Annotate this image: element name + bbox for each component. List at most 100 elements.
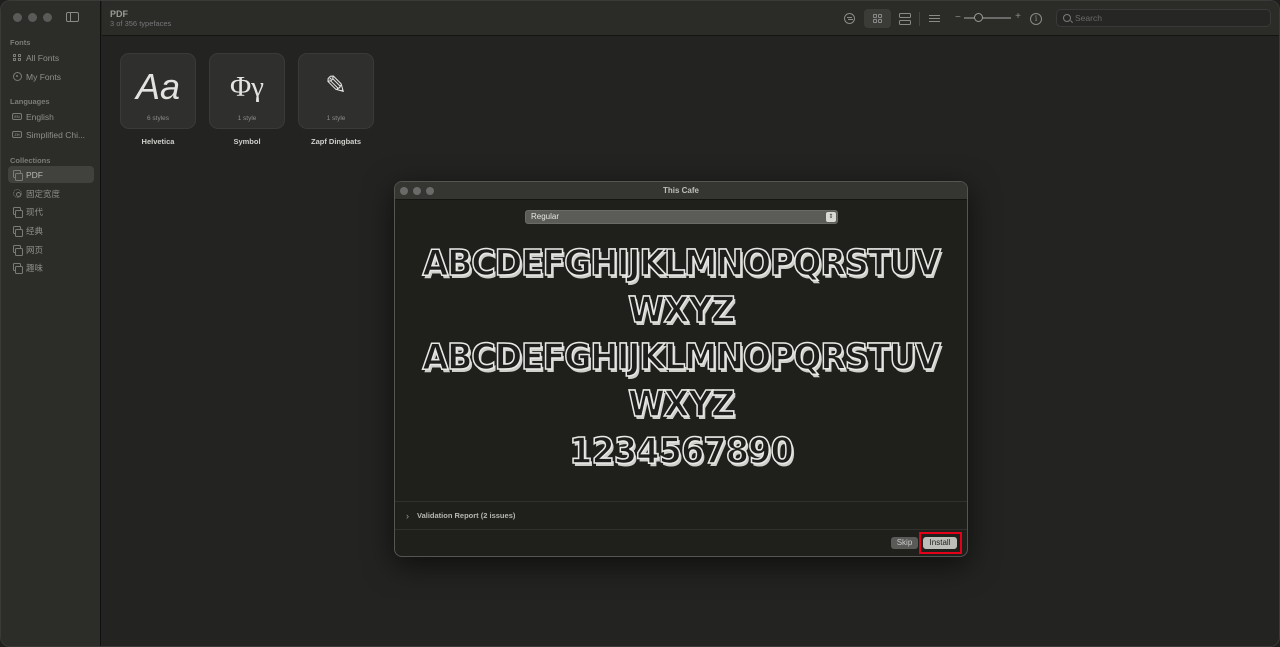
dialog-zoom-button[interactable] bbox=[426, 187, 434, 195]
validation-report-toggle[interactable]: › Validation Report (2 issues) bbox=[395, 501, 967, 530]
info-icon: i bbox=[1030, 12, 1042, 25]
info-button[interactable]: i bbox=[1029, 9, 1043, 28]
sidebar-item-label: 现代 bbox=[26, 206, 44, 217]
font-book-window: Fonts All Fonts My Fonts Languages EN En… bbox=[0, 0, 1280, 647]
list-view-button[interactable] bbox=[927, 9, 941, 28]
collection-icon bbox=[12, 207, 23, 218]
sidebar-item-label: English bbox=[26, 111, 54, 122]
filter-button[interactable] bbox=[842, 9, 856, 28]
toolbar-divider bbox=[919, 12, 920, 26]
sidebar-item-fun[interactable]: 趣味 bbox=[8, 259, 94, 276]
font-install-dialog: This Cafe Regular ⇕ ABCDEFGHIJKLMNOPQRST… bbox=[394, 181, 968, 557]
preview-line: ABCDEFGHIJKLMNOPQRSTUV bbox=[422, 242, 942, 285]
person-icon bbox=[12, 72, 22, 82]
font-tile[interactable]: Φγ 1 style bbox=[209, 53, 285, 129]
font-name: Zapf Dingbats bbox=[311, 137, 361, 146]
preview-size-slider[interactable]: − + bbox=[955, 12, 1021, 24]
sidebar-item-label: 经典 bbox=[26, 225, 44, 236]
grid-view-icon bbox=[872, 13, 883, 24]
grid-view-button[interactable] bbox=[864, 9, 891, 28]
sidebar-item-label: Simplified Chi... bbox=[26, 129, 86, 140]
pencil-icon: ✎ bbox=[325, 71, 347, 101]
collection-icon bbox=[12, 170, 23, 181]
minus-icon: − bbox=[955, 12, 961, 23]
sidebar-item-classic[interactable]: 经典 bbox=[8, 222, 94, 239]
sidebar-item-label: 网页 bbox=[26, 244, 44, 255]
sidebar-item-label: PDF bbox=[26, 169, 43, 180]
dialog-title: This Cafe bbox=[662, 186, 699, 195]
style-count: 6 styles bbox=[146, 115, 170, 122]
install-highlight-box bbox=[919, 532, 962, 554]
sidebar-item-all-fonts[interactable]: All Fonts bbox=[8, 49, 94, 66]
search-field[interactable] bbox=[1056, 9, 1271, 27]
sidebar-item-label: 固定宽度 bbox=[26, 188, 61, 199]
search-icon bbox=[1063, 14, 1071, 22]
skip-button[interactable]: Skip bbox=[891, 537, 918, 549]
preview-line: ABCDEFGHIJKLMNOPQRSTUV bbox=[422, 336, 942, 379]
font-tile[interactable]: Aa 6 styles bbox=[120, 53, 196, 129]
sidebar-item-simplified-chinese[interactable]: ZH Simplified Chi... bbox=[8, 126, 94, 143]
preview-line: WXYZ bbox=[627, 289, 736, 332]
sidebar-item-label: 趣味 bbox=[26, 262, 44, 273]
slider-knob[interactable] bbox=[973, 13, 983, 22]
gear-icon bbox=[12, 189, 22, 199]
style-count: 1 style bbox=[237, 115, 257, 122]
validation-report-label: Validation Report (2 issues) bbox=[417, 511, 516, 520]
window-controls bbox=[13, 13, 52, 22]
chevron-right-icon: › bbox=[406, 510, 409, 521]
font-card-symbol[interactable]: Φγ 1 style Symbol bbox=[209, 53, 285, 146]
sidebar-section-fonts: Fonts bbox=[10, 38, 31, 47]
close-window-button[interactable] bbox=[13, 13, 22, 22]
strip-view-button[interactable] bbox=[898, 9, 912, 28]
dialog-window-controls bbox=[400, 187, 434, 195]
font-name: Symbol bbox=[233, 137, 261, 146]
list-view-icon bbox=[928, 14, 940, 23]
style-select-value: Regular bbox=[531, 212, 560, 221]
sidebar-item-pdf[interactable]: PDF bbox=[8, 166, 94, 183]
sidebar-section-languages: Languages bbox=[10, 97, 50, 106]
search-input[interactable] bbox=[1075, 13, 1255, 23]
toolbar: PDF 3 of 356 typefaces − + i bbox=[102, 1, 1279, 36]
sidebar-toggle-icon[interactable] bbox=[66, 12, 79, 22]
collection-icon bbox=[12, 245, 23, 256]
sidebar-item-label: My Fonts bbox=[26, 71, 61, 82]
font-grid: Aa 6 styles Helvetica Φγ 1 style Symbol … bbox=[120, 53, 374, 146]
preview-line: WXYZ bbox=[627, 383, 736, 426]
dialog-close-button[interactable] bbox=[400, 187, 408, 195]
font-card-zapf-dingbats[interactable]: ✎ 1 style Zapf Dingbats bbox=[298, 53, 374, 146]
en-badge-icon: EN bbox=[12, 112, 22, 122]
zh-badge-icon: ZH bbox=[12, 130, 22, 140]
sidebar-item-english[interactable]: EN English bbox=[8, 108, 94, 125]
plus-icon: + bbox=[1015, 11, 1021, 22]
dialog-titlebar: This Cafe bbox=[395, 182, 967, 200]
sidebar-item-modern[interactable]: 现代 bbox=[8, 203, 94, 220]
typeface-count: 3 of 356 typefaces bbox=[110, 19, 172, 28]
slider-track[interactable] bbox=[964, 17, 1011, 19]
preview-line: 1234567890 bbox=[568, 430, 794, 473]
style-count: 1 style bbox=[326, 115, 346, 122]
strip-view-icon bbox=[899, 12, 911, 25]
minimize-window-button[interactable] bbox=[28, 13, 37, 22]
filter-icon bbox=[843, 13, 855, 24]
font-tile[interactable]: ✎ 1 style bbox=[298, 53, 374, 129]
collection-title: PDF bbox=[110, 9, 128, 19]
grid-icon bbox=[12, 53, 22, 63]
font-preview: ABCDEFGHIJKLMNOPQRSTUV WXYZ ABCDEFGHIJKL… bbox=[395, 240, 967, 475]
zoom-window-button[interactable] bbox=[43, 13, 52, 22]
font-card-helvetica[interactable]: Aa 6 styles Helvetica bbox=[120, 53, 196, 146]
sidebar-item-web[interactable]: 网页 bbox=[8, 241, 94, 258]
font-sample: Φγ bbox=[229, 71, 264, 103]
chevron-updown-icon: ⇕ bbox=[826, 212, 836, 222]
sidebar-item-label: All Fonts bbox=[26, 52, 60, 63]
style-select[interactable]: Regular ⇕ bbox=[525, 210, 838, 224]
font-name: Helvetica bbox=[141, 137, 175, 146]
collection-icon bbox=[12, 226, 23, 237]
sidebar-section-collections: Collections bbox=[10, 156, 51, 165]
sidebar: Fonts All Fonts My Fonts Languages EN En… bbox=[1, 1, 101, 646]
collection-icon bbox=[12, 263, 23, 274]
sidebar-item-my-fonts[interactable]: My Fonts bbox=[8, 68, 94, 85]
dialog-minimize-button[interactable] bbox=[413, 187, 421, 195]
font-sample: Aa bbox=[135, 66, 181, 107]
dialog-footer: Skip Install bbox=[395, 529, 967, 556]
sidebar-item-fixed-width[interactable]: 固定宽度 bbox=[8, 185, 94, 202]
